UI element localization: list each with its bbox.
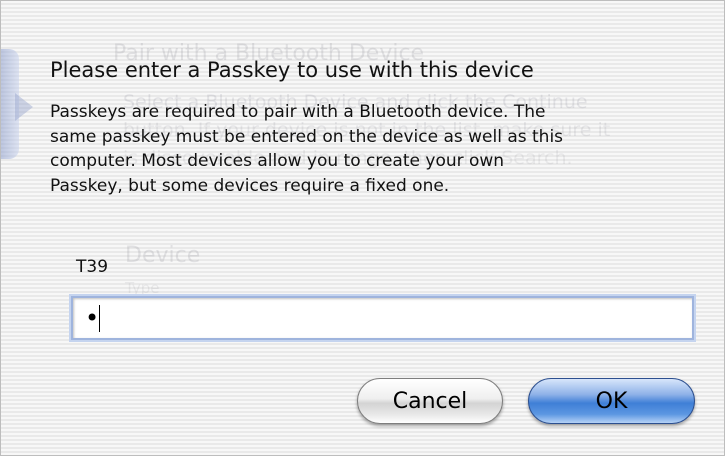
cancel-button[interactable]: Cancel: [357, 378, 503, 424]
background-type-header: Type: [125, 279, 160, 297]
ok-button[interactable]: OK: [528, 378, 695, 424]
dialog-message: Passkeys are required to pair with a Blu…: [50, 100, 700, 198]
background-device-header: Device: [125, 243, 201, 268]
dialog-message-line: Passkey, but some devices require a fixe…: [50, 175, 450, 196]
dialog-title: Please enter a Passkey to use with this …: [50, 58, 534, 82]
device-name-label: T39: [76, 257, 109, 277]
dialog-message-line: same passkey must be entered on the devi…: [50, 126, 564, 147]
dialog-message-line: Passkeys are required to pair with a Blu…: [50, 102, 546, 122]
passkey-input[interactable]: [71, 296, 694, 340]
arrow-icon: [15, 93, 33, 121]
passkey-sheet: Pair with a Bluetooth Device Select a Bl…: [0, 0, 725, 456]
text-cursor: [99, 305, 100, 332]
dialog-message-line: computer. Most devices allow you to crea…: [50, 151, 505, 171]
